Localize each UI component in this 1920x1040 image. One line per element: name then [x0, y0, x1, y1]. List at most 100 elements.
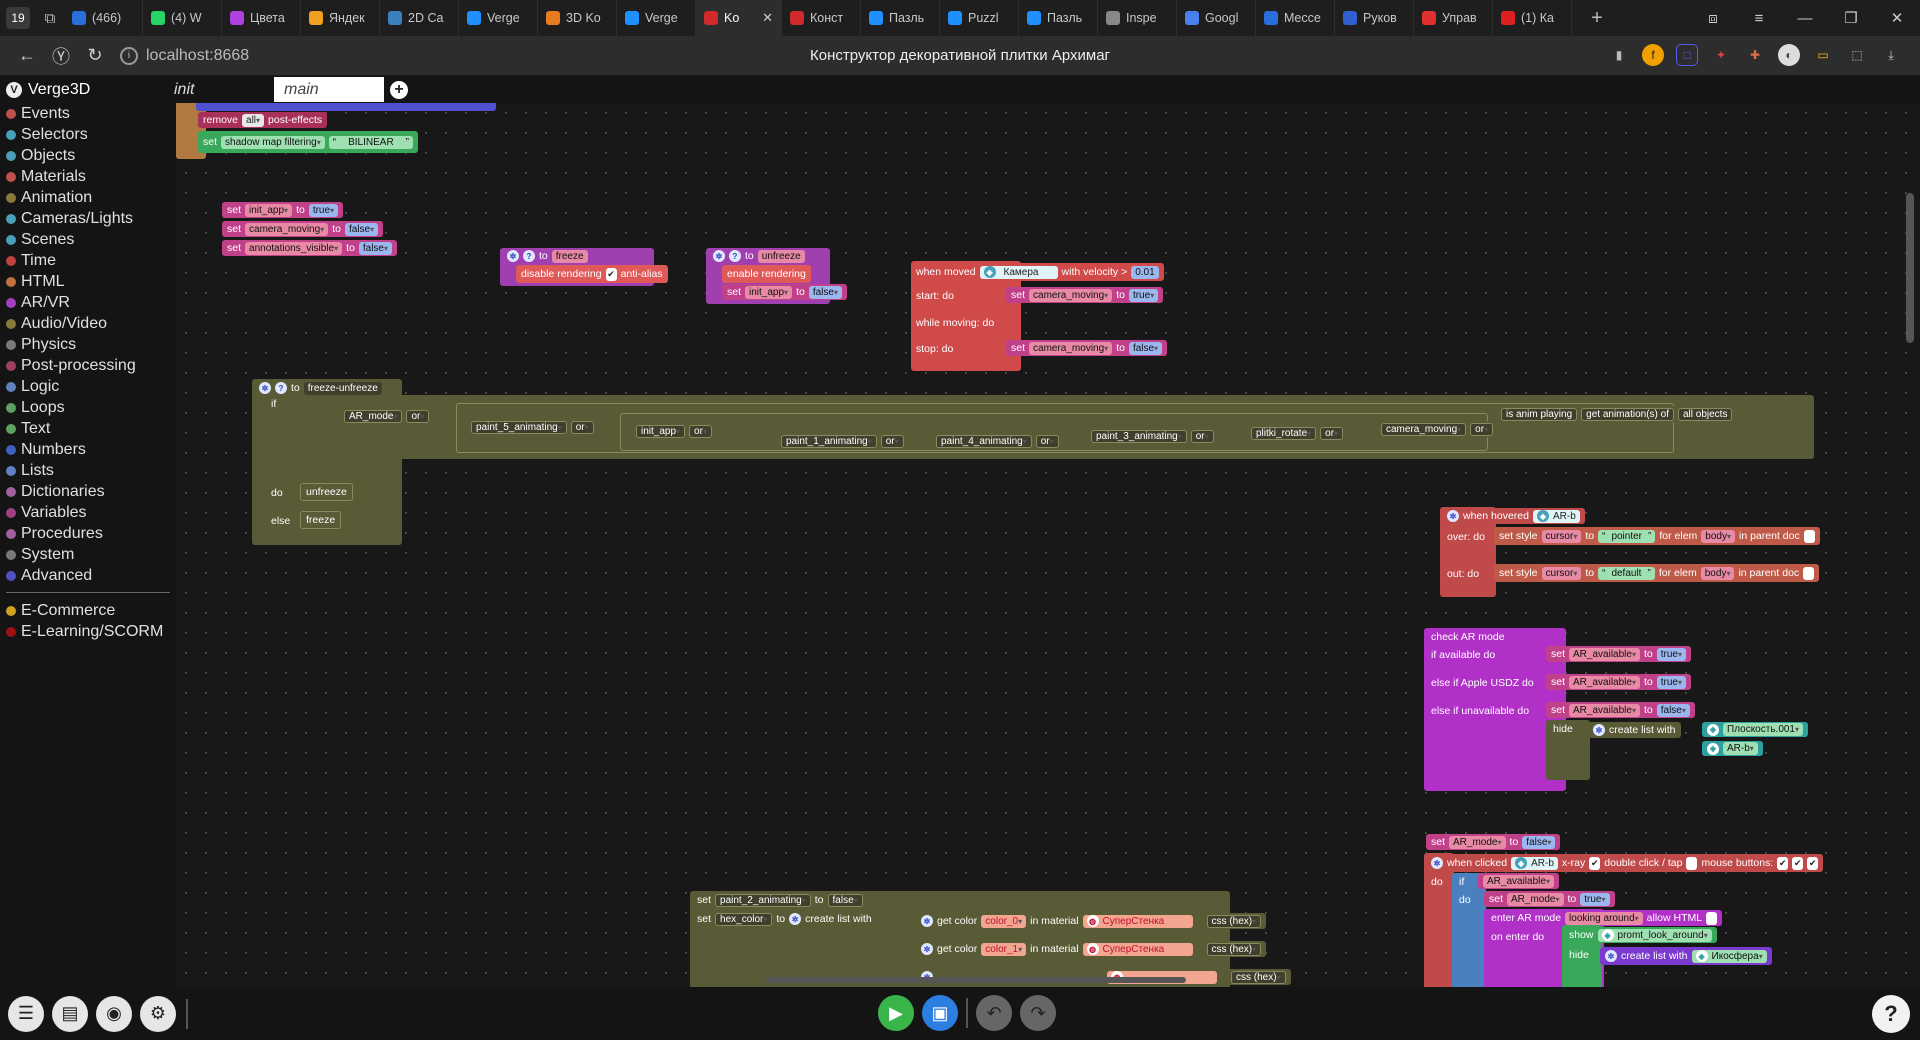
boolean-dropdown[interactable]: true — [1580, 892, 1610, 906]
toolbox-category[interactable]: HTML — [0, 271, 176, 292]
condition-variable-block[interactable]: camera_movingor — [1376, 421, 1499, 437]
toolbox-category[interactable]: Scenes — [0, 229, 176, 250]
toolbox-category[interactable]: Variables — [0, 502, 176, 523]
condition-variable-block[interactable]: plitki_rotateor — [1246, 425, 1349, 441]
new-tab-button[interactable]: + — [1582, 3, 1612, 33]
boolean-dropdown[interactable]: true — [308, 203, 339, 217]
procedure-name-field[interactable]: freeze-unfreeze — [303, 381, 382, 395]
object-plane-block[interactable]: ◈ Плоскость.001 — [1702, 722, 1809, 737]
hide-block-2[interactable]: hide — [1564, 947, 1594, 963]
tab-search-icon[interactable]: ⧈ — [1690, 0, 1736, 36]
extension-1-icon[interactable]: f — [1642, 44, 1664, 66]
boolean-dropdown[interactable]: false — [358, 241, 392, 255]
object-selector[interactable]: ◈ AR-b — [1532, 509, 1580, 523]
browser-tab[interactable]: (466) — [64, 0, 143, 36]
shadow-filter-value[interactable]: “ BILINEAR ” — [328, 135, 414, 149]
if-block[interactable] — [1452, 873, 1486, 987]
freeze-header[interactable]: ✲ ? to freeze — [502, 248, 593, 264]
close-tab-icon[interactable]: ✕ — [762, 10, 773, 26]
css-property-dropdown[interactable]: cursor — [1541, 529, 1582, 543]
variable-dropdown[interactable]: camera_moving — [1381, 422, 1467, 436]
browser-tab[interactable]: Ko ✕ — [696, 0, 782, 36]
element-dropdown[interactable]: body — [1701, 529, 1735, 543]
or-operator-dropdown[interactable]: or — [1035, 434, 1059, 448]
browser-tab[interactable]: Яндек — [301, 0, 380, 36]
format-dropdown[interactable]: css (hex) — [1206, 942, 1262, 956]
condition-variable-block[interactable]: paint_3_animatingor — [1086, 428, 1219, 444]
variable-dropdown[interactable]: AR_mode — [344, 409, 403, 423]
help-icon[interactable]: ? — [1872, 995, 1910, 1033]
set-style-block[interactable]: set stylecursorto“ default ”for elembody… — [1494, 564, 1820, 582]
toolbox-category[interactable]: System — [0, 544, 176, 565]
workspaces-icon[interactable]: ⧉ — [36, 4, 64, 32]
variable-dropdown[interactable]: init_app — [745, 285, 793, 299]
boolean-dropdown[interactable]: true — [1656, 647, 1686, 661]
gear-icon[interactable]: ✲ — [713, 250, 725, 262]
library-icon[interactable]: ☰ — [8, 995, 44, 1032]
extension-5-icon[interactable]: ◐ — [1778, 44, 1800, 66]
toolbox-category[interactable]: Cameras/Lights — [0, 208, 176, 229]
or-operator-dropdown[interactable]: or — [1320, 426, 1344, 440]
shadow-param-dropdown[interactable]: shadow map filtering — [221, 135, 325, 149]
variable-dropdown[interactable]: AR_available — [1569, 647, 1640, 661]
object-dropdown[interactable]: Плоскость.001 — [1723, 723, 1804, 736]
get-ar-available[interactable]: AR_available — [1478, 873, 1559, 889]
bookmark-icon[interactable]: ▮ — [1608, 44, 1630, 66]
boolean-dropdown[interactable]: true — [1656, 675, 1686, 689]
reload-icon[interactable]: ↻ — [78, 41, 112, 71]
when-hovered-header[interactable]: ✲ when hovered ◈ AR-b — [1442, 508, 1585, 524]
undo-icon[interactable]: ↶ — [976, 995, 1012, 1031]
horizontal-scrollbar[interactable] — [766, 977, 1186, 983]
variable-dropdown[interactable]: camera_moving — [245, 222, 329, 236]
variable-dropdown[interactable]: paint_1_animating — [781, 434, 877, 448]
browser-tab[interactable]: Управ — [1414, 0, 1493, 36]
boolean-dropdown[interactable]: false — [1522, 835, 1556, 849]
toolbox-category[interactable]: Text — [0, 418, 176, 439]
call-unfreeze-block[interactable]: unfreeze — [300, 483, 353, 501]
extension-2-icon[interactable]: □ — [1676, 44, 1698, 66]
help-icon[interactable]: ? — [729, 250, 741, 262]
variable-dropdown[interactable]: hex_color — [715, 912, 773, 926]
procedure-name-field[interactable]: unfreeze — [757, 249, 805, 263]
gear-icon[interactable]: ✲ — [921, 915, 933, 927]
toolbox-category[interactable]: Objects — [0, 145, 176, 166]
condition-variable-block[interactable]: paint_5_animatingor — [466, 419, 599, 435]
mouse-left-checkbox-icon[interactable]: ✔ — [1777, 856, 1789, 870]
xray-checkbox-icon[interactable]: ✔ — [1589, 856, 1601, 870]
set-ar-mode-true[interactable]: set AR_mode to true — [1484, 891, 1615, 907]
screenshot-icon[interactable]: ⬚ — [1846, 44, 1868, 66]
minimize-icon[interactable]: — — [1782, 0, 1828, 36]
object-arb-block[interactable]: ◈ AR-b — [1702, 741, 1763, 756]
browser-tab[interactable]: Inspe — [1098, 0, 1177, 36]
panel-icon[interactable]: ▤ — [52, 995, 88, 1032]
toolbox-category[interactable]: Materials — [0, 166, 176, 187]
browser-tab[interactable]: Verge — [459, 0, 538, 36]
get-color-0-block[interactable]: ✲ get color color_0 in material ◍СуперСт… — [916, 913, 1267, 929]
create-list-block-2[interactable]: ✲ create list with ◈ Икосфера — [1600, 947, 1772, 965]
get-color-1-block[interactable]: ✲ get color color_1 in material ◍СуперСт… — [916, 941, 1267, 957]
back-icon[interactable]: ← — [10, 41, 44, 71]
variable-dropdown[interactable]: AR_mode — [1507, 892, 1564, 906]
or-operator-dropdown[interactable]: or — [1470, 422, 1494, 436]
variable-dropdown[interactable]: init_app — [245, 203, 293, 217]
dblclick-checkbox-icon[interactable] — [1686, 856, 1698, 870]
variable-dropdown[interactable]: paint_2_animating — [715, 893, 811, 907]
set-variable-block[interactable]: setannotations_visibletofalse — [222, 240, 397, 256]
set-camera-moving-true[interactable]: set camera_moving to true — [1006, 287, 1164, 303]
or-operator-dropdown[interactable]: or — [689, 424, 712, 438]
or-operator-dropdown[interactable]: or — [406, 409, 430, 423]
create-list-block[interactable]: ✲ create list with — [1588, 722, 1681, 738]
object-selector[interactable]: ◈ Камера — [979, 265, 1058, 279]
browser-tab[interactable]: Puzzl — [940, 0, 1019, 36]
enable-rendering-block[interactable]: enable rendering — [722, 265, 811, 283]
unfreeze-header[interactable]: ✲ ? to unfreeze — [708, 248, 810, 264]
enter-ar-header[interactable]: enter AR mode looking around allow HTML — [1486, 910, 1723, 926]
condition-variable-block[interactable]: init_appor — [631, 423, 717, 439]
browser-tab[interactable]: Пазль — [861, 0, 940, 36]
boolean-dropdown[interactable]: false — [808, 285, 842, 299]
toolbox-category[interactable]: Dictionaries — [0, 481, 176, 502]
variable-dropdown[interactable]: camera_moving — [1029, 341, 1113, 355]
set-paint2-block[interactable]: set paint_2_animating to false — [692, 892, 868, 908]
close-window-icon[interactable]: ✕ — [1874, 0, 1920, 36]
object-selector[interactable]: ◈ Икосфера — [1691, 949, 1767, 963]
